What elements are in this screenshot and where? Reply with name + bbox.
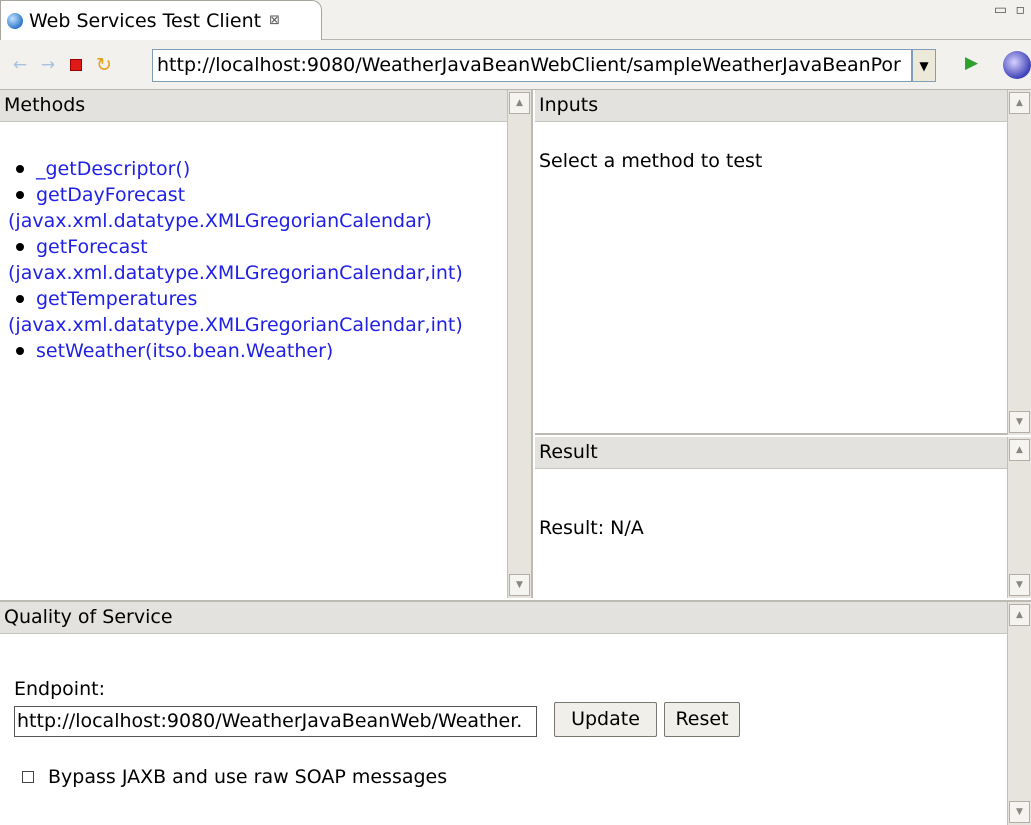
scroll-up-icon[interactable]: ▲ (1009, 439, 1030, 461)
scroll-down-icon[interactable]: ▼ (1009, 411, 1030, 433)
endpoint-field[interactable]: http://localhost:9080/WeatherJavaBeanWeb… (14, 706, 537, 737)
tab-close-icon[interactable]: ⊠ (269, 13, 280, 28)
refresh-icon[interactable]: ↻ (92, 53, 116, 77)
scroll-down-icon[interactable]: ▼ (1009, 801, 1030, 823)
reset-button[interactable]: Reset (664, 702, 740, 737)
bullet-icon (16, 243, 24, 251)
quality-of-service-panel: Quality of Service Endpoint: http://loca… (0, 600, 1031, 825)
back-icon[interactable]: ← (8, 53, 32, 77)
method-link-getdescriptor[interactable]: _getDescriptor() (16, 156, 463, 182)
result-scrollbar[interactable]: ▲ ▼ (1007, 437, 1031, 598)
scroll-up-icon[interactable]: ▲ (1009, 604, 1030, 626)
browser-toolbar: ← → ↻ http://localhost:9080/WeatherJavaB… (0, 40, 1031, 90)
list-item: getTemperatures (javax.xml.datatype.XMLG… (8, 286, 463, 338)
web-service-explorer-icon[interactable] (1003, 51, 1031, 79)
inputs-header: Inputs (535, 90, 1007, 122)
result-message: Result: N/A (539, 517, 644, 539)
update-button[interactable]: Update (554, 702, 657, 737)
qos-header: Quality of Service (0, 602, 1007, 634)
bypass-jaxb-option[interactable]: Bypass JAXB and use raw SOAP messages (22, 766, 447, 788)
method-link-gettemperatures[interactable]: getTemperatures (16, 286, 463, 312)
qos-scrollbar[interactable]: ▲ ▼ (1007, 602, 1031, 825)
globe-icon (7, 12, 23, 29)
methods-scrollbar[interactable]: ▲ ▼ (507, 90, 531, 598)
method-link-gettemperatures-params[interactable]: (javax.xml.datatype.XMLGregorianCalendar… (8, 312, 463, 338)
bullet-icon (16, 347, 24, 355)
tab-web-services-test-client[interactable]: Web Services Test Client ⊠ (0, 0, 322, 40)
method-list: _getDescriptor() getDayForecast (javax.x… (8, 156, 463, 364)
endpoint-label: Endpoint: (14, 678, 105, 700)
bullet-icon (16, 191, 24, 199)
bypass-jaxb-checkbox[interactable] (22, 771, 34, 783)
stop-icon[interactable] (64, 53, 88, 77)
editor-tab-bar: Web Services Test Client ⊠ ▭ ▫ (0, 0, 1031, 40)
scroll-down-icon[interactable]: ▼ (1009, 574, 1030, 596)
methods-panel: Methods _getDescriptor() getDayForecast … (0, 90, 533, 598)
url-dropdown-icon[interactable]: ▼ (912, 49, 936, 82)
scroll-up-icon[interactable]: ▲ (1009, 92, 1030, 114)
list-item: getDayForecast (javax.xml.datatype.XMLGr… (8, 182, 463, 234)
url-input[interactable]: http://localhost:9080/WeatherJavaBeanWeb… (152, 49, 912, 82)
bullet-icon (16, 165, 24, 173)
bypass-jaxb-label: Bypass JAXB and use raw SOAP messages (48, 766, 448, 788)
scroll-up-icon[interactable]: ▲ (509, 92, 530, 114)
inputs-panel: Inputs Select a method to test ▲ ▼ (535, 90, 1031, 435)
methods-header: Methods (0, 90, 507, 122)
list-item: _getDescriptor() (16, 156, 463, 182)
method-link-getdayforecast-params[interactable]: (javax.xml.datatype.XMLGregorianCalendar… (8, 208, 463, 234)
method-link-getdayforecast[interactable]: getDayForecast (16, 182, 463, 208)
bullet-icon (16, 295, 24, 303)
method-link-setweather[interactable]: setWeather(itso.bean.Weather) (16, 338, 463, 364)
forward-icon[interactable]: → (36, 53, 60, 77)
window-controls[interactable]: ▭ ▫ (994, 2, 1027, 18)
method-link-getforecast-params[interactable]: (javax.xml.datatype.XMLGregorianCalendar… (8, 260, 463, 286)
list-item: getForecast (javax.xml.datatype.XMLGrego… (8, 234, 463, 286)
list-item: setWeather(itso.bean.Weather) (16, 338, 463, 364)
go-icon[interactable]: ▶ (965, 53, 978, 73)
method-link-getforecast[interactable]: getForecast (16, 234, 463, 260)
result-header: Result (535, 437, 1007, 469)
inputs-message: Select a method to test (539, 150, 763, 172)
result-panel: Result Result: N/A ▲ ▼ (535, 437, 1031, 598)
inputs-scrollbar[interactable]: ▲ ▼ (1007, 90, 1031, 435)
tab-title: Web Services Test Client (29, 9, 262, 32)
scroll-down-icon[interactable]: ▼ (509, 574, 530, 596)
